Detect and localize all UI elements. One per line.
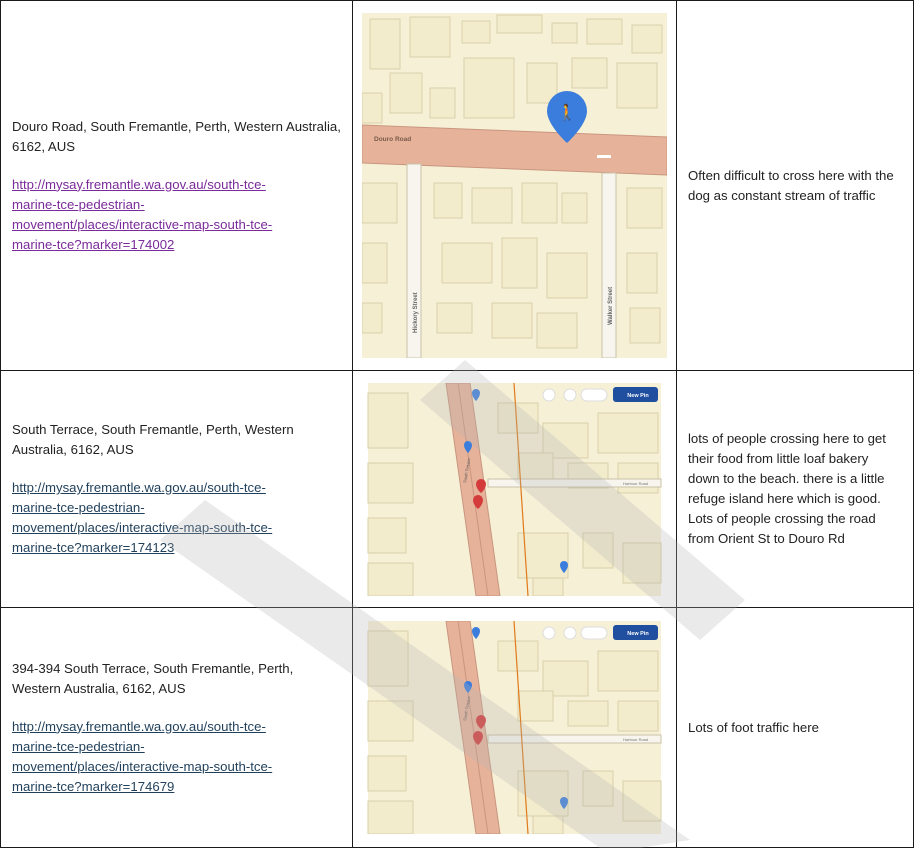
street-label-right: Walker Street bbox=[608, 287, 614, 325]
comment-cell: lots of people crossing here to get thei… bbox=[676, 370, 914, 608]
filter-icon[interactable] bbox=[563, 626, 577, 640]
comment-text: Often difficult to cross here with the d… bbox=[688, 167, 894, 203]
side-street-label: Harbour Road bbox=[623, 737, 648, 742]
comment-cell: Lots of foot traffic here bbox=[676, 607, 914, 848]
address-text: 394-394 South Terrace, South Fremantle, … bbox=[12, 660, 294, 696]
map-link[interactable]: http://mysay.fremantle.wa.gov.au/south-t… bbox=[12, 480, 272, 555]
map-cell: Harbour Road South Terrace New Pin bbox=[352, 370, 677, 608]
walk-icon: 🚶 bbox=[557, 103, 577, 122]
svg-text:New Pin: New Pin bbox=[627, 393, 649, 399]
side-street-label: Harbour Road bbox=[623, 481, 648, 486]
table-row: Douro Road, South Fremantle, Perth, West… bbox=[0, 0, 914, 371]
zoom-control[interactable] bbox=[580, 626, 608, 640]
new-pin-button[interactable]: New Pin bbox=[613, 386, 658, 402]
new-pin-button[interactable]: New Pin bbox=[613, 625, 658, 640]
filter-icon[interactable] bbox=[563, 388, 577, 401]
map-link[interactable]: http://mysay.fremantle.wa.gov.au/south-t… bbox=[12, 177, 272, 252]
address-text: South Terrace, South Fremantle, Perth, W… bbox=[12, 422, 294, 457]
table-row: South Terrace, South Fremantle, Perth, W… bbox=[0, 370, 914, 608]
comment-text: Lots of foot traffic here bbox=[688, 719, 819, 735]
locations-table: Douro Road, South Fremantle, Perth, West… bbox=[0, 0, 914, 848]
map-link[interactable]: http://mysay.fremantle.wa.gov.au/south-t… bbox=[12, 719, 272, 794]
map-thumbnail[interactable]: Harbour Road South Terrace New Pin bbox=[362, 382, 667, 596]
map-thumbnail[interactable]: Douro Road Hickory Street Walker Street bbox=[362, 13, 667, 358]
list-icon[interactable] bbox=[542, 626, 556, 640]
zoom-control[interactable] bbox=[580, 388, 608, 401]
road-label: Douro Road bbox=[374, 136, 411, 143]
address-cell: Douro Road, South Fremantle, Perth, West… bbox=[0, 0, 353, 371]
comment-cell: Often difficult to cross here with the d… bbox=[676, 0, 914, 371]
map-cell: Harbour Road South Terrace New Pin bbox=[352, 607, 677, 848]
address-cell: 394-394 South Terrace, South Fremantle, … bbox=[0, 607, 353, 848]
svg-text:New Pin: New Pin bbox=[627, 631, 649, 637]
map-cell: Douro Road Hickory Street Walker Street bbox=[352, 0, 677, 371]
address-text: Douro Road, South Fremantle, Perth, West… bbox=[12, 118, 341, 154]
comment-text: lots of people crossing here to get thei… bbox=[688, 431, 886, 546]
street-label-left: Hickory Street bbox=[413, 292, 419, 333]
list-icon[interactable] bbox=[542, 388, 556, 401]
map-thumbnail[interactable]: Harbour Road South Terrace New Pin bbox=[362, 621, 667, 834]
table-row: 394-394 South Terrace, South Fremantle, … bbox=[0, 607, 914, 848]
address-cell: South Terrace, South Fremantle, Perth, W… bbox=[0, 370, 353, 608]
